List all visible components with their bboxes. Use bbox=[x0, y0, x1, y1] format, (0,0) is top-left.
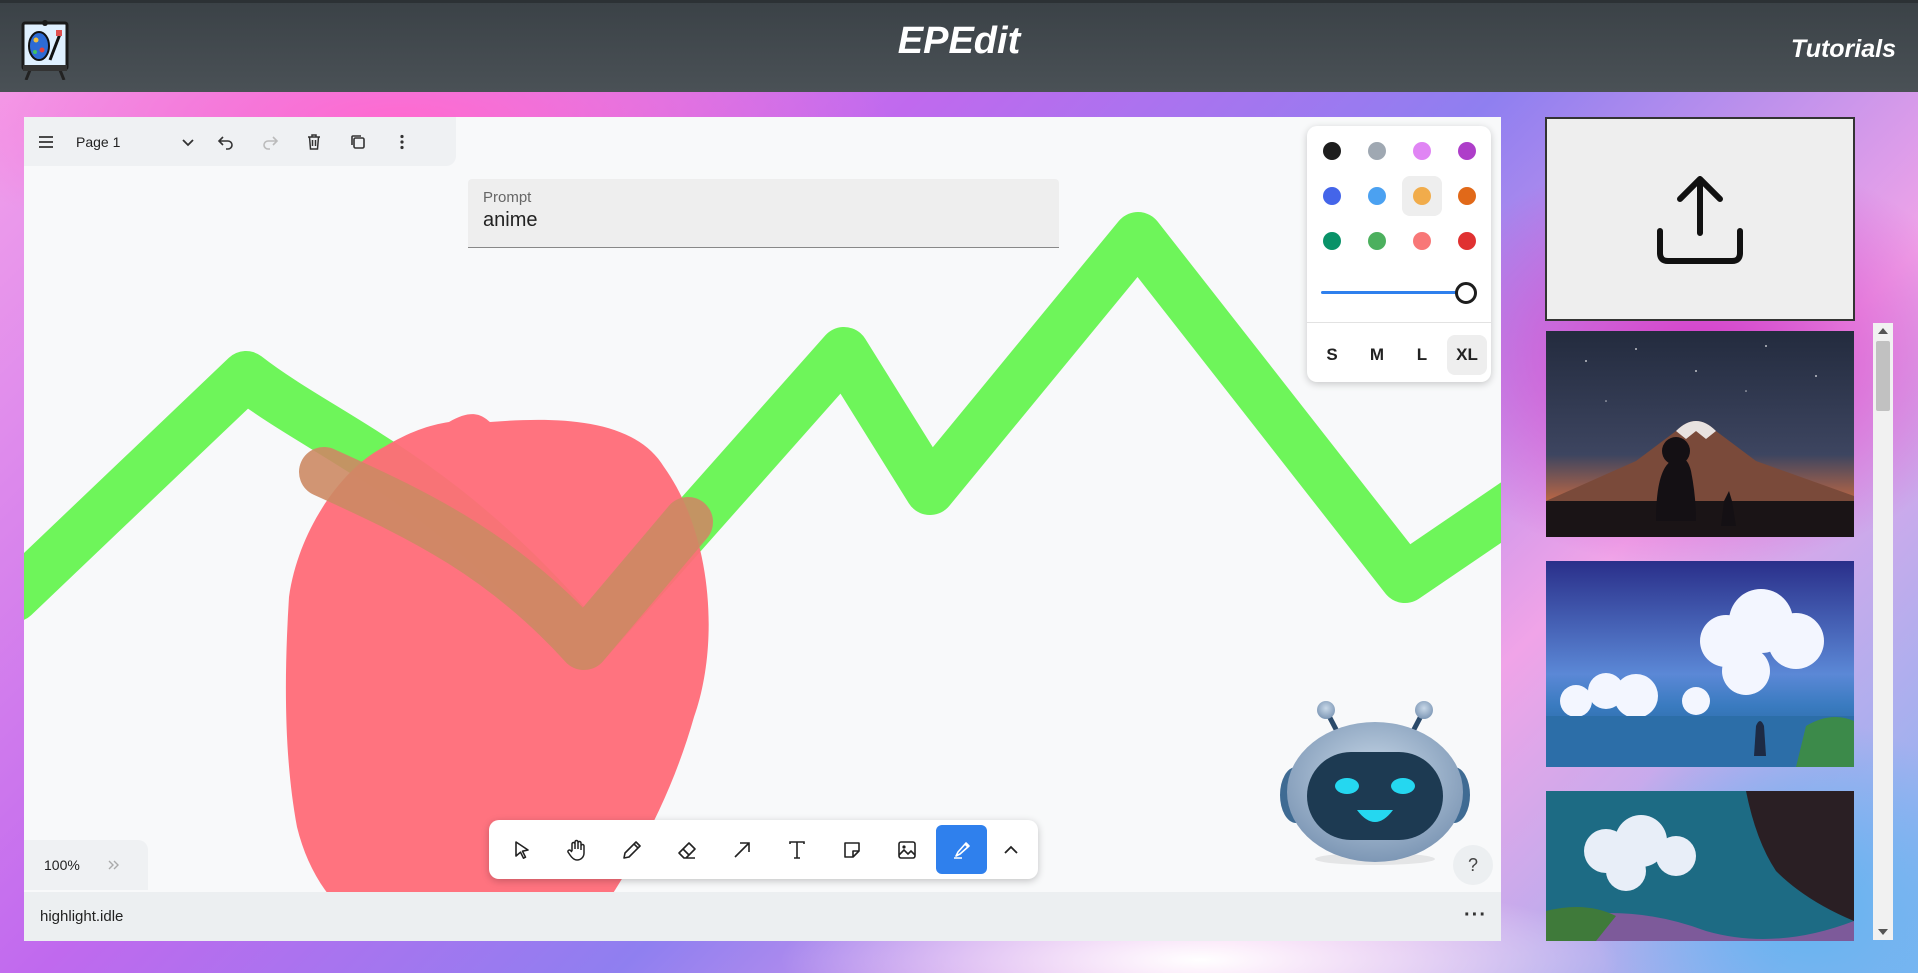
panel-divider bbox=[1307, 322, 1491, 323]
color-dot bbox=[1323, 232, 1341, 250]
color-dot bbox=[1458, 142, 1476, 160]
gallery-item-mount-fuji[interactable] bbox=[1546, 331, 1854, 537]
hand-icon bbox=[566, 839, 585, 861]
color-swatch[interactable] bbox=[1312, 221, 1352, 261]
tools-toolbar bbox=[489, 820, 1038, 879]
app-header: EPEdit Tutorials bbox=[0, 0, 1918, 92]
tool-note[interactable] bbox=[826, 825, 877, 874]
tool-text[interactable] bbox=[771, 825, 822, 874]
image-icon bbox=[897, 840, 916, 859]
tool-hand[interactable] bbox=[551, 825, 602, 874]
cursor-icon bbox=[514, 840, 529, 859]
undo-button[interactable] bbox=[204, 120, 248, 164]
status-more-button[interactable]: ··· bbox=[1464, 904, 1487, 927]
color-dot bbox=[1368, 232, 1386, 250]
status-bar: highlight.idle ··· bbox=[24, 892, 1501, 941]
color-dot bbox=[1413, 232, 1431, 250]
more-actions-button[interactable] bbox=[380, 120, 424, 164]
scroll-up-arrow-icon[interactable] bbox=[1878, 328, 1888, 334]
prompt-label: Prompt bbox=[483, 189, 532, 206]
tool-draw[interactable] bbox=[606, 825, 657, 874]
color-dot bbox=[1323, 187, 1341, 205]
color-swatch[interactable] bbox=[1357, 131, 1397, 171]
upload-icon bbox=[1657, 176, 1743, 264]
tool-asset[interactable] bbox=[881, 825, 932, 874]
page-name: Page 1 bbox=[76, 133, 121, 150]
color-swatch[interactable] bbox=[1402, 131, 1442, 171]
arrow-icon bbox=[733, 841, 750, 858]
zoom-control: 100% bbox=[24, 840, 148, 890]
chevron-up-icon bbox=[1004, 845, 1018, 854]
tutorials-link[interactable]: Tutorials bbox=[1791, 35, 1896, 64]
redo-button[interactable] bbox=[248, 120, 292, 164]
gallery-item-dramatic-sky[interactable] bbox=[1546, 791, 1854, 941]
size-option-l[interactable]: L bbox=[1402, 335, 1442, 375]
double-chevron-right-icon[interactable] bbox=[106, 857, 122, 873]
color-swatch[interactable] bbox=[1357, 176, 1397, 216]
color-swatch[interactable] bbox=[1447, 176, 1487, 216]
color-dot bbox=[1368, 187, 1386, 205]
more-vertical-icon bbox=[400, 134, 404, 149]
style-panel: S M L XL bbox=[1307, 126, 1491, 382]
prompt-value[interactable]: anime bbox=[483, 209, 1044, 232]
tool-arrow[interactable] bbox=[716, 825, 767, 874]
color-swatch[interactable] bbox=[1447, 221, 1487, 261]
status-text: highlight.idle bbox=[40, 908, 124, 925]
eraser-icon bbox=[677, 841, 696, 859]
main-menu-button[interactable] bbox=[24, 120, 68, 164]
image-gallery bbox=[1545, 331, 1895, 941]
page-selector[interactable]: Page 1 bbox=[68, 120, 204, 164]
top-toolbar: Page 1 bbox=[24, 117, 456, 166]
hamburger-icon bbox=[39, 135, 53, 148]
upload-button[interactable] bbox=[1545, 117, 1855, 321]
green-highlight-stroke bbox=[24, 212, 1501, 670]
opacity-slider-thumb[interactable] bbox=[1455, 282, 1477, 304]
tool-select[interactable] bbox=[496, 825, 547, 874]
robot-assistant-icon[interactable] bbox=[1265, 692, 1485, 867]
scroll-down-arrow-icon[interactable] bbox=[1878, 929, 1888, 935]
color-dot bbox=[1413, 142, 1431, 160]
redo-icon bbox=[263, 135, 279, 150]
tool-eraser[interactable] bbox=[661, 825, 712, 874]
help-button[interactable]: ? bbox=[1453, 845, 1493, 885]
highlighter-icon bbox=[953, 841, 970, 859]
color-swatch[interactable] bbox=[1402, 176, 1442, 216]
drawing-canvas[interactable]: Page 1 Prompt anime S M L XL 100% ? high… bbox=[24, 117, 1501, 941]
color-swatch[interactable] bbox=[1312, 176, 1352, 216]
duplicate-icon bbox=[351, 134, 365, 149]
chevron-down-icon bbox=[182, 138, 194, 146]
sticky-note-icon bbox=[843, 841, 860, 858]
size-option-m[interactable]: M bbox=[1357, 335, 1397, 375]
size-option-xl[interactable]: XL bbox=[1447, 335, 1487, 375]
color-dot bbox=[1458, 187, 1476, 205]
trash-icon bbox=[308, 133, 320, 150]
color-swatch[interactable] bbox=[1312, 131, 1352, 171]
undo-icon bbox=[217, 135, 233, 150]
color-swatch[interactable] bbox=[1357, 221, 1397, 261]
text-icon bbox=[788, 840, 805, 859]
scrollbar-thumb[interactable] bbox=[1876, 341, 1890, 411]
gallery-scrollbar[interactable] bbox=[1873, 323, 1893, 940]
delete-button[interactable] bbox=[292, 120, 336, 164]
zoom-level[interactable]: 100% bbox=[44, 857, 106, 873]
app-title: EPEdit bbox=[897, 20, 1021, 62]
color-dot bbox=[1368, 142, 1386, 160]
color-swatch[interactable] bbox=[1447, 131, 1487, 171]
color-dot bbox=[1413, 187, 1431, 205]
pencil-icon bbox=[622, 840, 641, 859]
size-option-s[interactable]: S bbox=[1312, 335, 1352, 375]
gallery-item-clouds-seaside[interactable] bbox=[1546, 561, 1854, 767]
color-swatch[interactable] bbox=[1402, 221, 1442, 261]
tool-more[interactable] bbox=[991, 825, 1031, 874]
duplicate-button[interactable] bbox=[336, 120, 380, 164]
color-dot bbox=[1323, 142, 1341, 160]
tool-highlight[interactable] bbox=[936, 825, 987, 874]
color-dot bbox=[1458, 232, 1476, 250]
opacity-slider-track[interactable] bbox=[1321, 291, 1463, 294]
prompt-field[interactable]: Prompt anime bbox=[468, 179, 1059, 248]
